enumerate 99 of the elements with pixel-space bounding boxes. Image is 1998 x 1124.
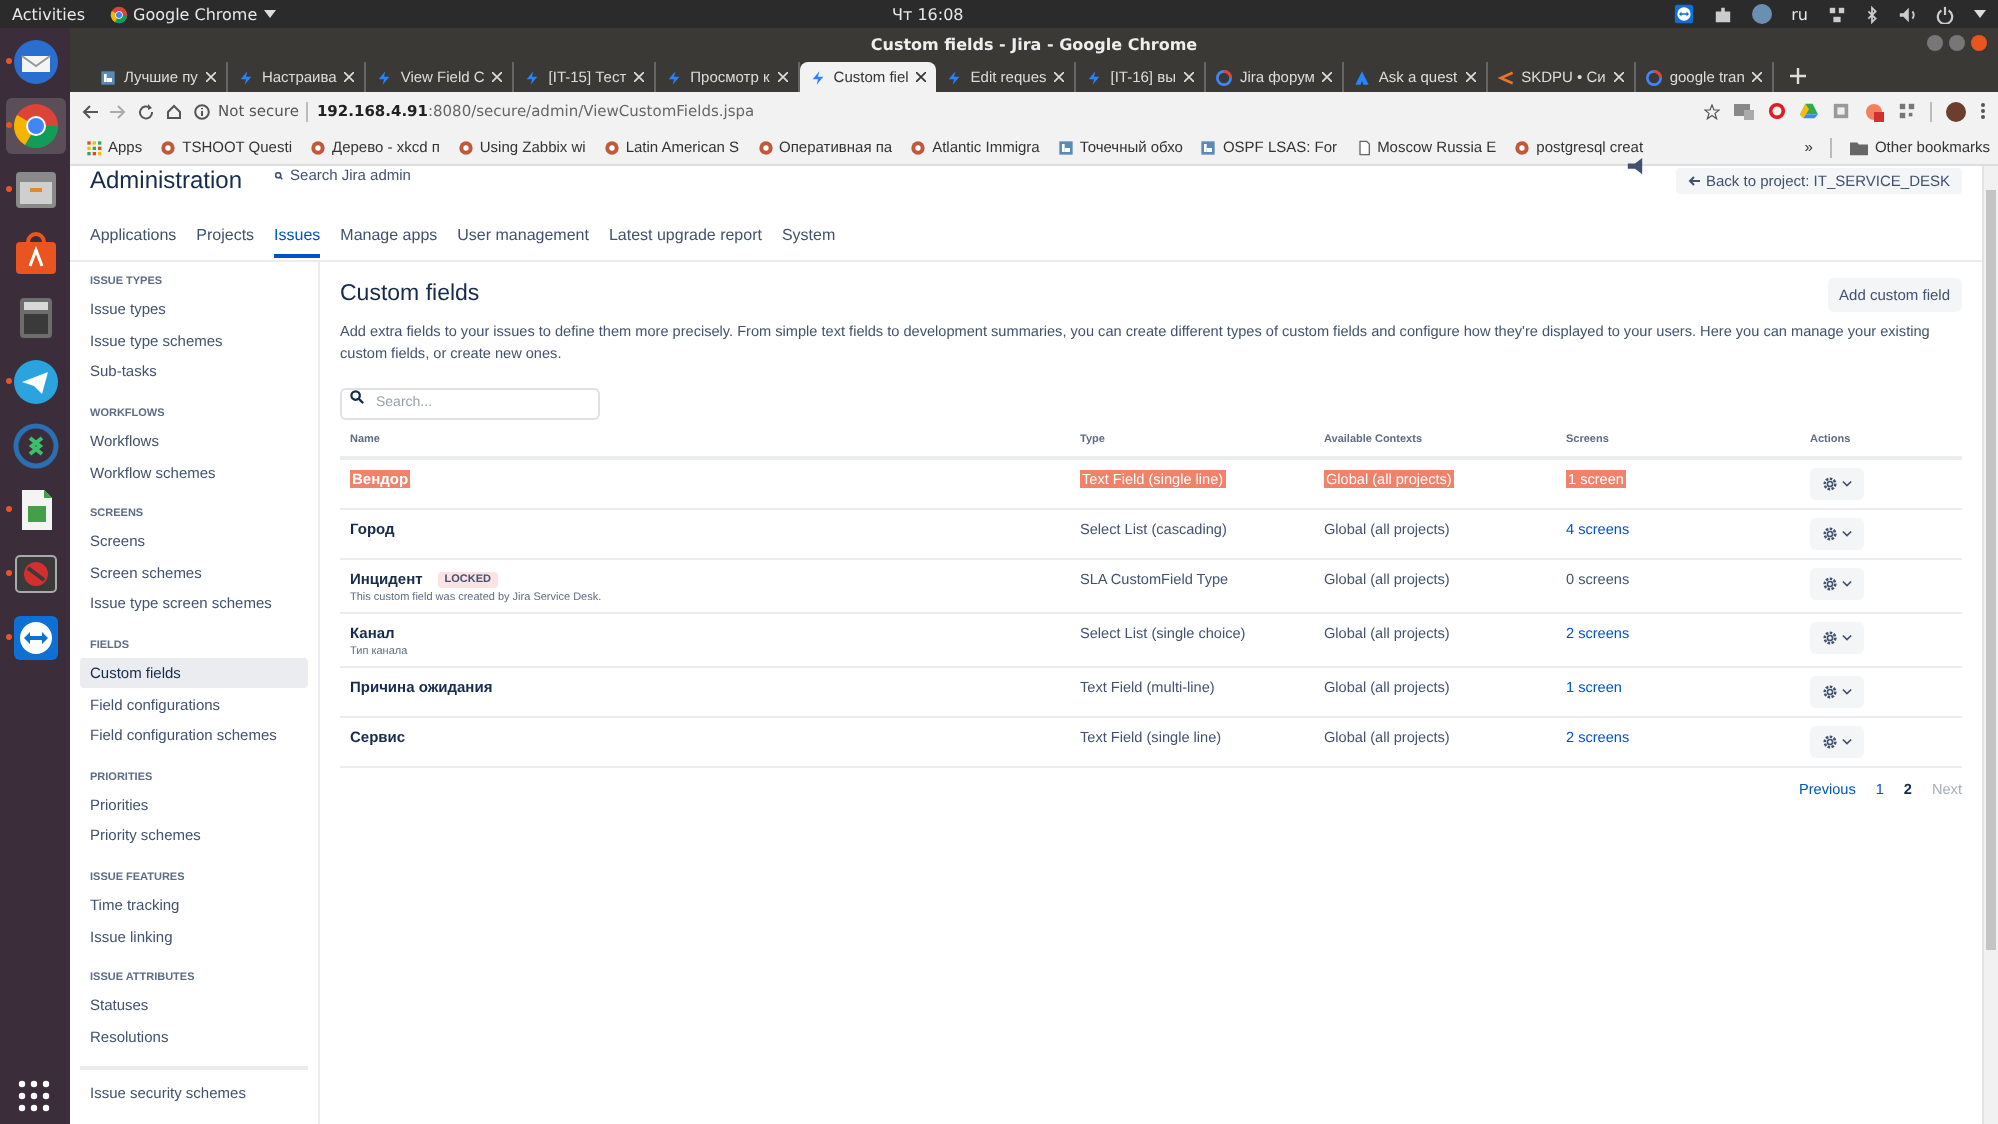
lightning-icon	[1086, 69, 1103, 85]
nav-tab[interactable]: Latest upgrade report	[608, 216, 762, 258]
chrome-icon	[109, 5, 127, 23]
dock-item[interactable]	[5, 98, 65, 154]
lightning-icon	[946, 69, 963, 85]
ring-icon[interactable]	[1768, 102, 1786, 120]
language-indicator[interactable]: ru	[1791, 5, 1808, 23]
running-indicator	[5, 186, 11, 192]
star-icon[interactable]	[1704, 103, 1720, 119]
page-title: Custom fields	[340, 282, 480, 306]
plus-icon[interactable]	[1790, 68, 1807, 84]
site-icon	[309, 139, 326, 155]
running-indicator	[5, 506, 11, 512]
badge-icon[interactable]	[1864, 101, 1884, 121]
square-icon[interactable]	[1832, 102, 1850, 120]
double-arrow-icon[interactable]	[1673, 4, 1694, 24]
lightning-icon	[666, 69, 683, 85]
drawer-icon	[11, 166, 59, 214]
folder-icon	[1850, 139, 1869, 155]
info-icon[interactable]	[194, 103, 210, 119]
chrome-icon	[11, 102, 59, 150]
site-icon	[160, 139, 177, 155]
gear-icon	[1822, 630, 1838, 646]
actions-button[interactable]	[1810, 676, 1864, 708]
letter-h-icon	[100, 69, 116, 85]
left-arrow-icon	[1688, 175, 1700, 185]
power-icon[interactable]	[1936, 5, 1954, 23]
grid-icon	[86, 139, 102, 155]
scrollbar[interactable]	[1986, 190, 1996, 950]
running-indicator	[5, 58, 11, 64]
chevron-icon	[1842, 530, 1852, 538]
google-icon	[1645, 69, 1662, 85]
actions-button[interactable]	[1810, 622, 1864, 654]
nav-tab[interactable]: Manage apps	[340, 216, 438, 258]
app-grid-icon[interactable]	[18, 1080, 50, 1112]
site-icon	[457, 139, 474, 155]
lightning-icon	[809, 69, 826, 85]
qr-icon[interactable]	[1898, 102, 1916, 120]
close-icon[interactable]	[916, 72, 927, 82]
caret-icon	[263, 10, 276, 18]
page-heading: Administration	[90, 166, 243, 194]
circle-icon[interactable]	[1751, 4, 1772, 24]
gear-icon	[1822, 526, 1838, 542]
google-icon	[1215, 69, 1232, 85]
shopping-bag-icon	[11, 230, 59, 278]
volume-icon[interactable]	[1898, 5, 1916, 23]
nav-tab[interactable]: User management	[457, 216, 589, 258]
menu-icon[interactable]	[1980, 102, 1986, 120]
running-indicator	[5, 634, 11, 640]
actions-button[interactable]	[1810, 468, 1864, 500]
lightning-icon	[237, 69, 254, 85]
actions-button[interactable]	[1810, 568, 1864, 600]
gear-icon	[1822, 476, 1838, 492]
clock[interactable]: Чт 16:08	[892, 5, 1674, 23]
letter-h-icon	[1057, 139, 1074, 155]
site-icon	[910, 139, 927, 155]
running-indicator	[5, 570, 11, 576]
lightning-icon	[524, 69, 541, 85]
running-indicator	[5, 122, 11, 128]
nav-tab[interactable]: Issues	[274, 216, 321, 258]
site-icon	[1514, 139, 1531, 155]
gear-icon	[1822, 576, 1838, 592]
site-icon	[757, 139, 774, 155]
chevron-icon	[1842, 634, 1852, 642]
remote-desktop-icon	[11, 422, 59, 470]
nav-tab[interactable]: Applications	[90, 216, 177, 258]
actions-button[interactable]	[1810, 726, 1864, 758]
gear-icon	[1822, 684, 1838, 700]
reload-icon[interactable]	[138, 103, 154, 119]
letter-h-icon	[1200, 139, 1217, 155]
site-icon	[603, 139, 620, 155]
network-icon[interactable]	[1828, 5, 1846, 23]
chevron-icon	[1842, 688, 1852, 696]
paper-plane-icon	[11, 358, 59, 406]
caret-icon[interactable]	[1974, 10, 1986, 18]
triangle-icon	[1354, 69, 1371, 85]
activities-button[interactable]: Activities	[12, 5, 85, 23]
back-arrow-icon[interactable]	[82, 103, 98, 119]
bluetooth-icon[interactable]	[1866, 5, 1878, 23]
gear-icon	[1822, 734, 1838, 750]
window-title: Custom fields - Jira - Google Chrome	[870, 35, 1198, 53]
app-menu[interactable]: Google Chrome	[133, 5, 258, 23]
lightning-icon	[376, 69, 393, 85]
triangle-icon[interactable]	[1800, 102, 1818, 120]
page-icon	[1355, 139, 1372, 155]
running-indicator	[5, 378, 11, 384]
nav-tab[interactable]: Projects	[196, 216, 255, 258]
actions-button[interactable]	[1810, 518, 1864, 550]
chevron-icon	[1497, 69, 1514, 85]
stop-sign-icon	[11, 550, 59, 598]
nav-tab[interactable]: System	[781, 216, 836, 258]
search-icon	[274, 171, 285, 179]
home-icon[interactable]	[166, 103, 182, 119]
chevron-icon	[1842, 738, 1852, 746]
chevron-icon	[1842, 580, 1852, 588]
window-controls-icon[interactable]	[1926, 34, 1990, 52]
megaphone-icon[interactable]	[1626, 158, 1644, 176]
profile-avatar[interactable]	[1946, 101, 1966, 121]
chevron-icon	[1842, 480, 1852, 488]
